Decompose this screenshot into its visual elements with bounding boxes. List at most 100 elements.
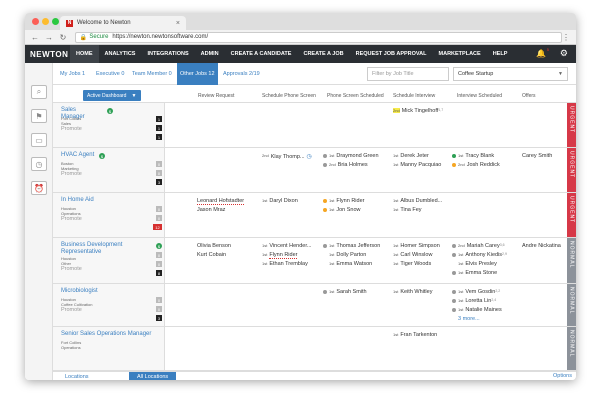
url-text: https://newton.newtonsoftware.com/	[112, 34, 209, 40]
candidate[interactable]: 2nd Klay Thomp... ◷	[262, 153, 312, 160]
nav-create-candidate[interactable]: CREATE A CANDIDATE	[225, 45, 298, 63]
back-arrow-icon[interactable]: ←	[31, 33, 39, 42]
tab-approvals[interactable]: Approvals 2/19	[220, 63, 263, 85]
promote-link[interactable]: Promote	[61, 216, 82, 222]
candidate-name: Albus Dumbled...	[400, 198, 443, 204]
candidate[interactable]: 2nd Mariah Carey3,6	[452, 243, 505, 249]
candidate[interactable]: 1st Vincent Hender...	[262, 243, 311, 249]
offer-candidate[interactable]: Carey Smith	[522, 153, 552, 159]
folder-icon[interactable]: ▭	[31, 133, 47, 147]
show-more-link[interactable]: 3 more...	[458, 316, 480, 322]
nav-marketplace[interactable]: MARKETPLACE	[433, 45, 487, 63]
newton-logo[interactable]: NEWTON	[25, 50, 70, 59]
candidate[interactable]: 1st Elvis Presley	[458, 261, 497, 267]
company-select[interactable]: Coffee Startup ▼	[453, 67, 568, 81]
stage-ordinal: 1st	[329, 261, 335, 266]
options-link[interactable]: Options	[553, 373, 572, 379]
candidate[interactable]: 1st Draymond Green	[323, 153, 379, 159]
candidate-name[interactable]: Kurt Cobain	[197, 252, 226, 258]
candidate[interactable]: 2nd Bria Holmes	[323, 162, 368, 168]
candidate[interactable]: 1st Anthony Kiedis2,9	[452, 252, 507, 258]
browser-tab[interactable]: N Welcome to Newton ×	[60, 16, 186, 30]
candidate[interactable]: 1st Ethan Tremblay	[262, 261, 308, 267]
search-icon[interactable]: ⌕	[31, 85, 47, 99]
alarm-icon[interactable]: ⏰	[31, 181, 47, 195]
location-bar: Locations All Locations Options	[53, 371, 576, 380]
candidate-name[interactable]: Jason Mraz	[197, 207, 225, 213]
promote-link[interactable]: Promote	[61, 266, 82, 272]
tab-executive[interactable]: Executive 0	[93, 63, 127, 85]
candidate[interactable]: 1st Manny Pacquiao	[393, 162, 441, 168]
candidate[interactable]: 1st Homer Simpson	[393, 243, 440, 249]
job-title-link[interactable]: Business Development Representative	[61, 242, 141, 256]
job-title-link[interactable]: In Home Aid	[61, 197, 145, 204]
candidate[interactable]: 1st Tracy Blank	[452, 153, 494, 159]
candidate[interactable]: 1st Sarah Smith	[323, 289, 367, 295]
candidate[interactable]: 2nd Mick Tingelhoff1,7	[393, 108, 443, 114]
candidate-name: Emma Stone	[465, 270, 498, 276]
clock-icon[interactable]: ◷	[31, 157, 47, 171]
candidate[interactable]: 1st Fran Tarkenton	[393, 332, 437, 338]
table-row: Sales Manager $ Fort Collins Sales Promo…	[53, 103, 576, 148]
nav-help[interactable]: HELP	[487, 45, 514, 63]
flag-icon[interactable]: ⚑	[31, 109, 47, 123]
nav-request-job-approval[interactable]: REQUEST JOB APPROVAL	[350, 45, 433, 63]
job-title-link[interactable]: Microbiologist	[61, 288, 145, 295]
nav-integrations[interactable]: INTEGRATIONS	[141, 45, 194, 63]
candidate[interactable]: 1st Carl Winslow	[393, 252, 432, 258]
candidate[interactable]: 1st Thomas Jefferson	[323, 243, 380, 249]
candidate[interactable]: 1st Jon Snow	[323, 207, 361, 213]
job-title-link[interactable]: Senior Sales Operations Manager	[61, 331, 165, 338]
candidate-name[interactable]: Leonard Hofstadter	[197, 198, 245, 205]
candidate[interactable]: 1st Emma Watson	[329, 261, 372, 267]
candidate[interactable]: 1st Derek Jeter	[393, 153, 429, 159]
offer-candidate[interactable]: Andre Nickatina	[522, 243, 561, 249]
minimize-window-button[interactable]	[42, 18, 49, 25]
bell-icon[interactable]: 🔔	[536, 49, 546, 58]
stage-ordinal: 1st	[393, 332, 399, 337]
candidate[interactable]: 1st Loretta Lin2,4	[452, 298, 496, 304]
nav-home[interactable]: HOME	[70, 45, 99, 63]
candidate[interactable]: 2nd Josh Reddick	[452, 162, 500, 168]
nav-analytics[interactable]: ANALYTICS	[99, 45, 142, 63]
candidate[interactable]: 1st Natalie Maines	[452, 307, 502, 313]
promote-link[interactable]: Promote	[61, 171, 82, 177]
nav-create-job[interactable]: CREATE A JOB	[297, 45, 349, 63]
tab-all-locations[interactable]: All Locations	[129, 372, 177, 380]
job-title-filter[interactable]: Filter by Job Title	[367, 67, 449, 81]
candidate[interactable]: 1st Vem Gosdin2,2	[452, 289, 500, 295]
tab-locations[interactable]: Locations	[57, 372, 97, 380]
candidate[interactable]: 1st Dolly Parton	[329, 252, 366, 258]
gear-icon[interactable]: ⚙	[560, 48, 568, 59]
status-badge-normal: NORMAL	[567, 327, 576, 370]
active-dashboard-button[interactable]: Active Dashboard ▼	[83, 90, 141, 101]
candidate[interactable]: 1st Daryl Dixon	[262, 198, 298, 204]
candidate[interactable]: 1st Flynn Rider	[323, 198, 364, 204]
close-window-button[interactable]	[32, 18, 39, 25]
candidate[interactable]: 1st Emma Stone	[452, 270, 497, 276]
notification-count: 5	[546, 47, 549, 52]
count-badge: 1	[156, 125, 162, 131]
tab-other-jobs[interactable]: Other Jobs 12	[177, 63, 218, 85]
candidate[interactable]: 1st Albus Dumbled...	[393, 198, 442, 204]
tab-close-icon[interactable]: ×	[176, 20, 180, 27]
browser-menu-icon[interactable]: ⋮	[562, 33, 570, 42]
nav-admin[interactable]: ADMIN	[195, 45, 225, 63]
job-title-link[interactable]: HVAC Agent	[61, 152, 95, 159]
candidate-name[interactable]: Olivia Benson	[197, 243, 231, 249]
candidate[interactable]: 1st Tiger Woods	[393, 261, 431, 267]
forward-arrow-icon[interactable]: →	[45, 33, 53, 42]
candidate-name: Sarah Smith	[336, 289, 367, 295]
promote-link[interactable]: Promote	[61, 307, 82, 313]
maximize-window-button[interactable]	[52, 18, 59, 25]
url-field[interactable]: 🔒 Secure https://newton.newtonsoftware.c…	[74, 31, 562, 43]
candidate[interactable]: 1st Keith Whitley	[393, 289, 432, 295]
stage-ordinal: 1st	[393, 261, 399, 266]
tab-team-member[interactable]: Team Member 0	[129, 63, 175, 85]
promote-link[interactable]: Promote	[61, 126, 82, 132]
tab-my-jobs[interactable]: My Jobs 1	[57, 63, 88, 85]
candidate[interactable]: 1st Flynn Rider	[262, 252, 298, 259]
secure-label: Secure	[89, 34, 109, 40]
candidate[interactable]: 1st Tina Fey	[393, 207, 422, 213]
reload-icon[interactable]: ↻	[59, 33, 67, 42]
